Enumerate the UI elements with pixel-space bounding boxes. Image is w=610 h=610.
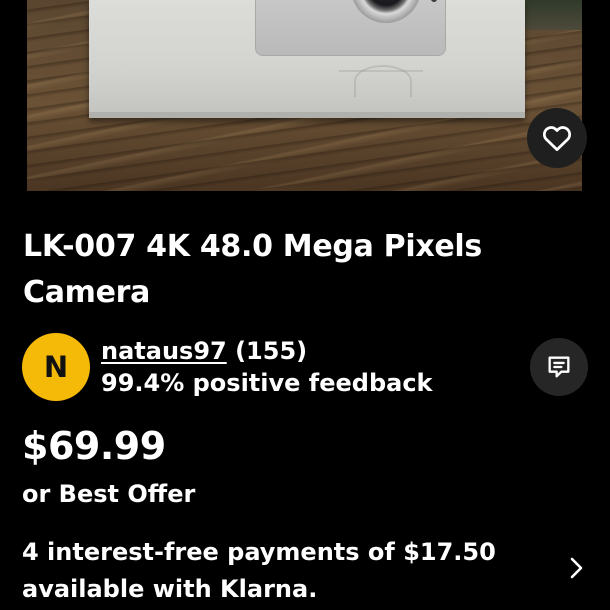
price: $69.99 [22,424,166,468]
camera-body-print [255,0,446,56]
camera-box [89,0,525,118]
klarna-suffix: . [308,575,318,603]
message-icon [548,356,570,378]
klarna-line-2: available with Klarna. [22,571,522,608]
chevron-right-icon [570,557,583,579]
product-photo[interactable] [27,0,582,191]
heart-icon [542,126,572,151]
camera-lens-print [351,0,421,23]
avatar-initial: N [43,350,69,384]
listing-title: LK-007 4K 48.0 Mega Pixels Camera [23,229,482,310]
klarna-line-1: 4 interest-free payments of $17.50 [22,538,496,566]
klarna-text: 4 interest-free payments of $17.50 avail… [22,534,522,608]
contact-seller-button[interactable] [530,338,588,396]
background-window [524,0,582,30]
seller-feedback: 99.4% positive feedback [101,369,433,397]
box-bottom-edge [89,112,525,118]
best-offer-label: or Best Offer [22,480,196,508]
box-emboss-lens [354,65,412,97]
klarna-prefix: available with [22,575,221,603]
seller-avatar[interactable]: N [22,333,90,401]
camera-flash-print [431,0,437,2]
item-page: LK-007 4K 48.0 Mega Pixels Camera N nata… [0,0,610,610]
watch-button[interactable] [527,108,587,168]
seller-rating-count: (155) [235,337,308,365]
klarna-logo: Klarna [220,575,309,603]
klarna-payment-row[interactable]: 4 interest-free payments of $17.50 avail… [0,530,610,610]
seller-info: nataus97 (155) [101,335,307,367]
seller-name-link[interactable]: nataus97 [101,337,227,365]
